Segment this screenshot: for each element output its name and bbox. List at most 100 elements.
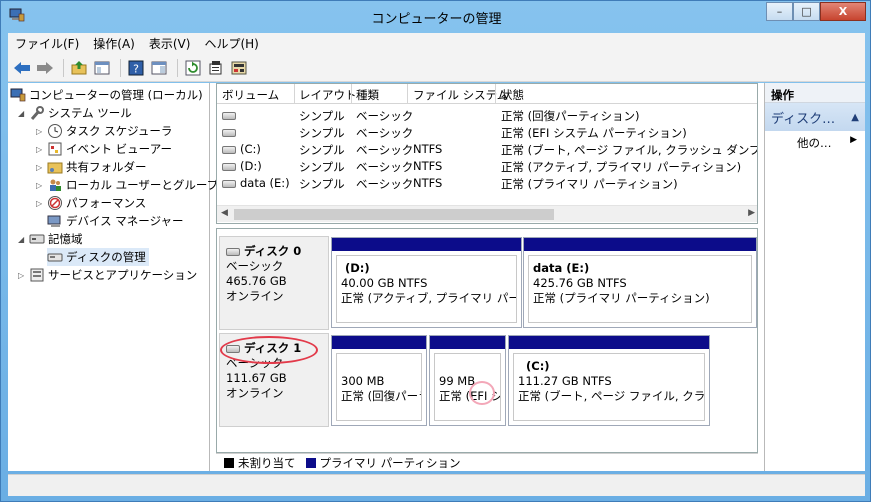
partition-e[interactable]: data (E:) 425.76 GB NTFS 正常 (プライマリ パーティシ… (523, 237, 757, 328)
collapsed-arrow-icon[interactable]: ▷ (36, 199, 47, 208)
tree-item-label: デバイス マネージャー (66, 214, 184, 228)
refresh-button[interactable] (183, 58, 203, 78)
menu-help[interactable]: ヘルプ(H) (197, 35, 265, 52)
volume-list: ボリューム レイアウト 種類 ファイル システム 状態 シンプル ベーシック 正… (216, 83, 758, 224)
show-hide-tree-button[interactable] (92, 58, 112, 78)
partition-body: 300 MB 正常 (回復パーラ (336, 353, 422, 421)
column-divider[interactable] (495, 84, 496, 104)
actions-pane: 操作 ディスク… ▲ 他の… ▶ (764, 83, 865, 471)
center-pane: ボリューム レイアウト 種類 ファイル システム 状態 シンプル ベーシック 正… (216, 83, 758, 471)
column-header-type[interactable]: 種類 (356, 87, 379, 103)
volume-row[interactable]: (D:) シンプル ベーシック NTFS 正常 (アクティブ, プライマリ パー… (217, 157, 757, 174)
partition-d[interactable]: (D:) 40.00 GB NTFS 正常 (アクティブ, プライマリ パーティ… (331, 237, 522, 328)
refresh-icon (185, 60, 201, 75)
up-folder-icon (71, 60, 87, 74)
column-header-volume[interactable]: ボリューム (222, 87, 279, 103)
minimize-button[interactable]: – (766, 2, 793, 21)
disk-name: ディスク 0 (244, 244, 302, 258)
layout-cell: シンプル (299, 177, 345, 191)
tree-item-label: 記憶域 (48, 232, 83, 246)
red-annotation-circle (220, 336, 318, 364)
partition-recovery[interactable]: 300 MB 正常 (回復パーラ (331, 335, 427, 426)
partition-body: data (E:) 425.76 GB NTFS 正常 (プライマリ パーティシ… (528, 255, 752, 323)
tree-item-storage[interactable]: ◢ 記憶域 (18, 230, 83, 248)
disk-size: 111.67 GB (226, 371, 287, 385)
app-window: コンピューターの管理 – □ X ファイル(F) 操作(A) 表示(V) ヘルプ… (0, 0, 871, 502)
column-header-layout[interactable]: レイアウト (299, 87, 357, 103)
volume-row[interactable]: シンプル ベーシック 正常 (EFI システム パーティション) (217, 123, 757, 140)
column-divider[interactable] (294, 84, 295, 104)
tree-item-disk-management[interactable]: ディスクの管理 (47, 248, 149, 266)
volume-cell (222, 108, 240, 122)
close-button[interactable]: X (820, 2, 866, 21)
tree-item-label: タスク スケジューラ (66, 124, 173, 138)
scroll-left-icon[interactable]: ◀ (221, 208, 228, 218)
collapsed-arrow-icon[interactable]: ▷ (36, 163, 47, 172)
column-divider[interactable] (407, 84, 408, 104)
primary-partition-bar (509, 336, 709, 349)
collapsed-arrow-icon[interactable]: ▷ (36, 127, 47, 136)
column-header-status[interactable]: 状態 (501, 87, 524, 103)
disk-settings-button[interactable] (229, 58, 249, 78)
tree-item-label: ローカル ユーザーとグループ (66, 178, 219, 192)
up-folder-button[interactable] (69, 58, 89, 78)
volume-row[interactable]: シンプル ベーシック 正常 (回復パーティション) (217, 106, 757, 123)
actions-section-disk-management[interactable]: ディスク… ▲ (765, 103, 865, 131)
action-pane-icon (151, 61, 167, 74)
pink-annotation-circle (469, 381, 495, 405)
back-button[interactable] (12, 58, 32, 78)
legend-label: 未割り当て (238, 455, 296, 470)
volume-row[interactable]: data (E:) シンプル ベーシック NTFS 正常 (プライマリ パーティ… (217, 174, 757, 191)
collapse-up-icon[interactable]: ▲ (851, 112, 859, 123)
actions-header: 操作 (765, 83, 865, 103)
partition-c[interactable]: (C:) 111.27 GB NTFS 正常 (ブート, ページ ファイル, ク… (508, 335, 710, 426)
primary-partition-bar (430, 336, 505, 349)
window-title: コンピューターの管理 (371, 12, 502, 27)
collapsed-arrow-icon[interactable]: ▷ (18, 271, 29, 280)
more-actions-item[interactable]: 他の… ▶ (765, 131, 865, 151)
tree-item-performance[interactable]: ▷ パフォーマンス (36, 194, 146, 212)
tree-item-computer-management[interactable]: コンピューターの管理 (ローカル) (10, 86, 203, 104)
scrollbar-thumb[interactable] (234, 209, 554, 220)
primary-partition-swatch (305, 457, 316, 468)
show-action-pane-button[interactable] (149, 58, 169, 78)
menu-view[interactable]: 表示(V) (142, 35, 198, 52)
tree-item-device-manager[interactable]: デバイス マネージャー (47, 212, 184, 230)
storage-icon (29, 231, 45, 247)
disk-state: オンライン (226, 386, 284, 400)
collapsed-arrow-icon[interactable]: ▷ (36, 145, 47, 154)
tree-item-shared-folders[interactable]: ▷ 共有フォルダー (36, 158, 147, 176)
tree-item-services-applications[interactable]: ▷ サービスとアプリケーション (18, 266, 197, 284)
type-cell: ベーシック (356, 126, 414, 140)
help-icon: ? (128, 60, 144, 75)
partition-status: 正常 (アクティブ, プライマリ パーティシ (341, 291, 516, 305)
type-cell: ベーシック (356, 143, 414, 157)
tree-item-event-viewer[interactable]: ▷ イベント ビューアー (36, 140, 172, 158)
expanded-arrow-icon[interactable]: ◢ (18, 235, 29, 244)
scroll-right-icon[interactable]: ▶ (748, 208, 755, 218)
forward-button[interactable] (35, 58, 55, 78)
column-divider[interactable] (351, 84, 352, 104)
maximize-button[interactable]: □ (793, 2, 820, 21)
help-button[interactable]: ? (126, 58, 146, 78)
collapsed-arrow-icon[interactable]: ▷ (36, 181, 47, 190)
title-bar[interactable]: コンピューターの管理 – □ X (1, 1, 871, 33)
console-tree: コンピューターの管理 (ローカル) ◢ システム ツール ▷ タスク スケジュー… (8, 83, 218, 471)
forward-arrow-icon (37, 61, 53, 74)
tree-item-task-scheduler[interactable]: ▷ タスク スケジューラ (36, 122, 172, 140)
filesystem-cell: NTFS (413, 176, 443, 190)
menu-action[interactable]: 操作(A) (86, 35, 142, 52)
tree-item-system-tools[interactable]: ◢ システム ツール (18, 104, 132, 122)
menu-file[interactable]: ファイル(F) (8, 35, 86, 52)
volume-row[interactable]: (C:) シンプル ベーシック NTFS 正常 (ブート, ページ ファイル, … (217, 140, 757, 157)
partition-efi[interactable]: 99 MB 正常 (EFI シ (429, 335, 506, 426)
expanded-arrow-icon[interactable]: ◢ (18, 109, 29, 118)
properties-button[interactable] (206, 58, 226, 78)
horizontal-scrollbar[interactable]: ◀ ▶ (217, 205, 757, 222)
tree-item-local-users-groups[interactable]: ▷ ローカル ユーザーとグループ (36, 176, 218, 194)
device-manager-icon (47, 213, 63, 229)
partition-name: (C:) (526, 359, 550, 373)
more-actions-label: 他の… (797, 136, 832, 150)
disk-0-label[interactable]: ディスク 0 ベーシック 465.76 GB オンライン (219, 236, 329, 330)
status-cell: 正常 (ブート, ページ ファイル, クラッシュ ダンプ, プライマ (501, 143, 757, 157)
